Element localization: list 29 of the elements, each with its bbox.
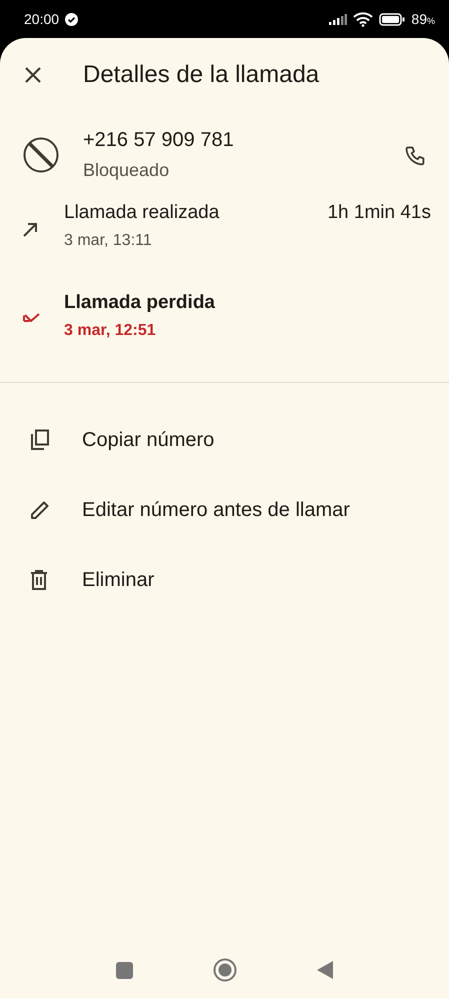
action-item[interactable]: Editar número antes de llamar <box>0 475 449 545</box>
home-button[interactable] <box>213 958 237 982</box>
call-button[interactable] <box>405 144 427 166</box>
battery-icon <box>379 12 406 26</box>
call-type: Llamada realizada <box>64 202 220 224</box>
call-duration: 1h 1min 41s <box>327 202 431 224</box>
call-date: 3 mar, 13:11 <box>64 232 153 250</box>
recents-button[interactable] <box>116 962 133 978</box>
call-type: Llamada perdida <box>64 292 216 314</box>
percent-sign: % <box>426 16 435 26</box>
signal-icon <box>329 14 348 24</box>
copy-icon <box>30 429 50 451</box>
check-circle-icon <box>65 12 78 26</box>
pencil-icon <box>30 500 50 520</box>
action-item[interactable]: Copiar número <box>0 405 449 475</box>
page-title: Detalles de la llamada <box>83 61 320 89</box>
back-button[interactable] <box>317 961 333 979</box>
call-date: 3 mar, 12:51 <box>64 322 157 340</box>
blocked-icon <box>22 136 60 174</box>
outgoing-arrow-icon <box>22 222 38 238</box>
trash-icon <box>30 570 48 590</box>
block-status: Bloqueado <box>83 160 170 181</box>
action-item[interactable]: Eliminar <box>0 545 449 615</box>
wifi-icon <box>353 12 374 26</box>
phone-number: +216 57 909 781 <box>83 129 235 152</box>
status-time: 20:00 <box>24 11 60 27</box>
phone-icon <box>405 144 427 166</box>
missed-call-icon <box>22 312 42 324</box>
battery-percent: 89 <box>411 11 427 27</box>
